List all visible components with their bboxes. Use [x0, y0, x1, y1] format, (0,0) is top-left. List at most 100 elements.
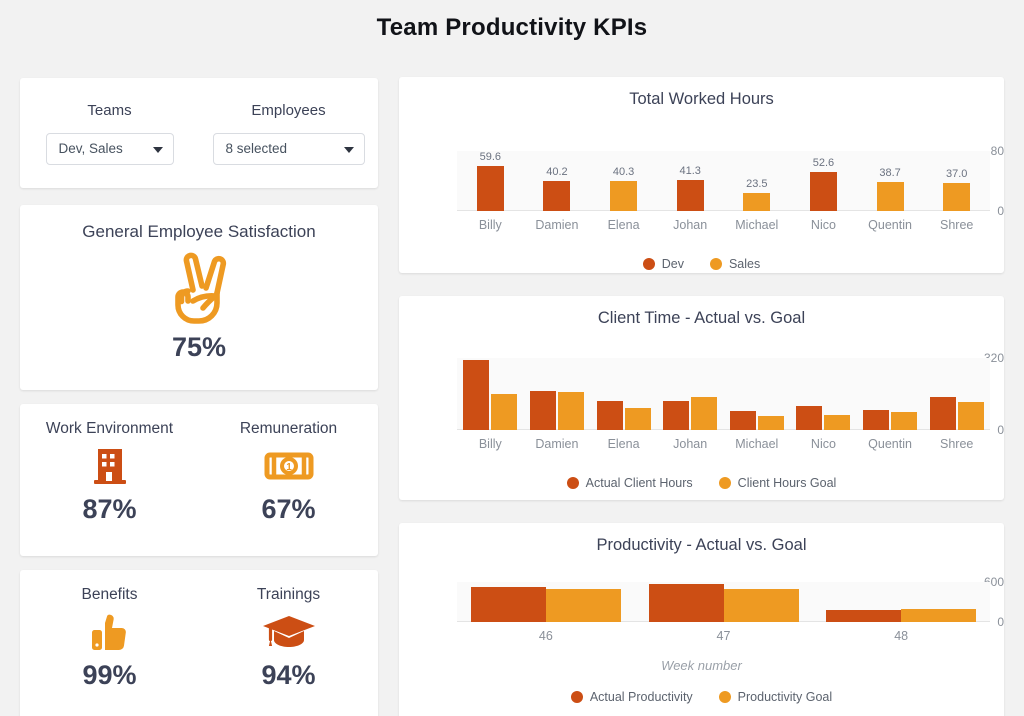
teams-select-value: Dev, Sales [58, 141, 123, 156]
x-axis-tick-label: 47 [716, 629, 731, 643]
employees-select[interactable]: 8 selected [212, 132, 365, 165]
x-axis-tick-label: Quentin [868, 218, 912, 232]
bar[interactable] [957, 401, 984, 430]
satisfaction-card: General Employee Satisfaction 75% [20, 205, 378, 390]
bar[interactable] [826, 610, 902, 622]
bar[interactable] [757, 416, 784, 430]
bar[interactable] [943, 183, 971, 211]
bar-value-label: 40.3 [612, 165, 635, 178]
legend-color-dot [642, 258, 655, 270]
benefits-label: Benefits [81, 586, 138, 603]
chevron-down-icon [152, 146, 163, 153]
legend-label: Productivity Goal [737, 690, 833, 704]
legend-item[interactable]: Client Hours Goal [718, 476, 837, 490]
legend-item[interactable]: Sales [709, 257, 761, 271]
chart2-title: Client Time - Actual vs. Goal [597, 309, 806, 327]
x-axis-tick-label: Elena [607, 437, 640, 451]
x-axis-tick-label: Damien [535, 437, 579, 451]
legend-label: Client Hours Goal [737, 476, 837, 490]
bar[interactable] [743, 193, 771, 211]
bar[interactable] [610, 180, 638, 211]
teams-select[interactable]: Dev, Sales [45, 132, 174, 165]
total-worked-hours-card: Total Worked Hours 0 80 59.6 Billy 40.2 Damie… [399, 77, 1004, 273]
legend-item[interactable]: Dev [642, 257, 684, 271]
x-axis-tick-label: Nico [810, 218, 836, 232]
productivity-card: Productivity - Actual vs. Goal 0 600 46 47 4… [399, 523, 1004, 716]
chart-legend: Actual Client Hours Client Hours Goal [399, 476, 1004, 490]
x-axis-tick-label: Billy [478, 218, 502, 232]
legend-item[interactable]: Actual Productivity [570, 690, 693, 704]
x-axis-tick-label: Nico [810, 437, 836, 451]
bar-value-label: 52.6 [812, 156, 835, 169]
chevron-down-icon [343, 146, 354, 153]
x-axis-tick-label: Michael [735, 218, 779, 232]
legend-color-dot [718, 477, 731, 489]
bar[interactable] [723, 589, 799, 622]
bar[interactable] [476, 166, 504, 211]
legend-color-dot [709, 258, 722, 270]
bar-value-label: 37.0 [945, 168, 968, 181]
bar[interactable] [596, 400, 623, 430]
filter-employees: Employees 8 selected [199, 78, 378, 188]
x-axis-tick-label: Shree [940, 437, 974, 451]
bar[interactable] [876, 181, 904, 211]
legend-label: Sales [728, 257, 761, 271]
bar[interactable] [891, 412, 918, 430]
bar[interactable] [529, 391, 556, 430]
teams-label: Teams [87, 101, 132, 119]
bar[interactable] [676, 180, 704, 211]
bar[interactable] [470, 586, 546, 622]
x-axis-tick-label: Michael [735, 437, 779, 451]
page-title: Team Productivity KPIs [376, 14, 648, 41]
chart3-title: Productivity - Actual vs. Goal [596, 536, 807, 554]
bar[interactable] [929, 396, 956, 430]
bar-value-label: 40.2 [546, 165, 568, 178]
legend-color-dot [566, 477, 579, 489]
bar[interactable] [545, 589, 621, 622]
bar[interactable] [901, 608, 977, 622]
bar[interactable] [624, 407, 651, 430]
bar[interactable] [863, 410, 890, 430]
x-axis-tick-label: Elena [607, 218, 640, 232]
bar-value-label: 23.5 [746, 178, 768, 191]
trainings-label: Trainings [256, 586, 321, 603]
office-building-icon [87, 443, 133, 489]
work-environment-label: Work Environment [45, 420, 174, 437]
svg-text:1: 1 [286, 462, 292, 473]
x-axis-tick-label: Johan [673, 218, 708, 232]
benefits-trainings-card: Benefits 99% Trainings 94% [20, 570, 378, 716]
satisfaction-value: 75% [171, 332, 227, 362]
bar[interactable] [796, 405, 823, 430]
filter-teams: Teams Dev, Sales [20, 78, 199, 188]
bar[interactable] [691, 397, 718, 430]
x-axis-tick-label: Johan [673, 437, 708, 451]
bar[interactable] [729, 410, 756, 430]
bar[interactable] [543, 180, 571, 211]
remuneration-value: 67% [261, 494, 316, 524]
plot-background [457, 151, 990, 211]
bar[interactable] [648, 584, 724, 622]
bar-value-label: 41.3 [679, 165, 701, 178]
chart1-title: Total Worked Hours [629, 90, 774, 108]
trainings-kpi: Trainings 94% [199, 570, 378, 716]
legend-color-dot [718, 691, 731, 703]
x-axis-tick-label: Billy [478, 437, 502, 451]
banknote-icon: 1 [263, 443, 315, 489]
bar[interactable] [491, 394, 518, 430]
dashboard-page: Team Productivity KPIs Teams Dev, Sales … [0, 0, 1024, 716]
legend-item[interactable]: Actual Client Hours [566, 476, 693, 490]
x-axis-tick-label: 48 [894, 629, 909, 643]
bar[interactable] [809, 171, 837, 211]
graduation-cap-icon [260, 609, 318, 655]
bar[interactable] [557, 392, 584, 430]
bar[interactable] [824, 415, 851, 430]
bar[interactable] [663, 401, 690, 430]
bar[interactable] [463, 360, 490, 430]
employees-select-value: 8 selected [225, 141, 288, 156]
filters-card: Teams Dev, Sales Employees 8 selected [20, 78, 378, 188]
work-environment-kpi: Work Environment 87% [20, 404, 199, 556]
legend-item[interactable]: Productivity Goal [718, 690, 833, 704]
benefits-value: 99% [82, 660, 137, 690]
client-time-card: Client Time - Actual vs. Goal 0 320 Billy D… [399, 296, 1004, 500]
chart-legend: Dev Sales [399, 257, 1004, 271]
